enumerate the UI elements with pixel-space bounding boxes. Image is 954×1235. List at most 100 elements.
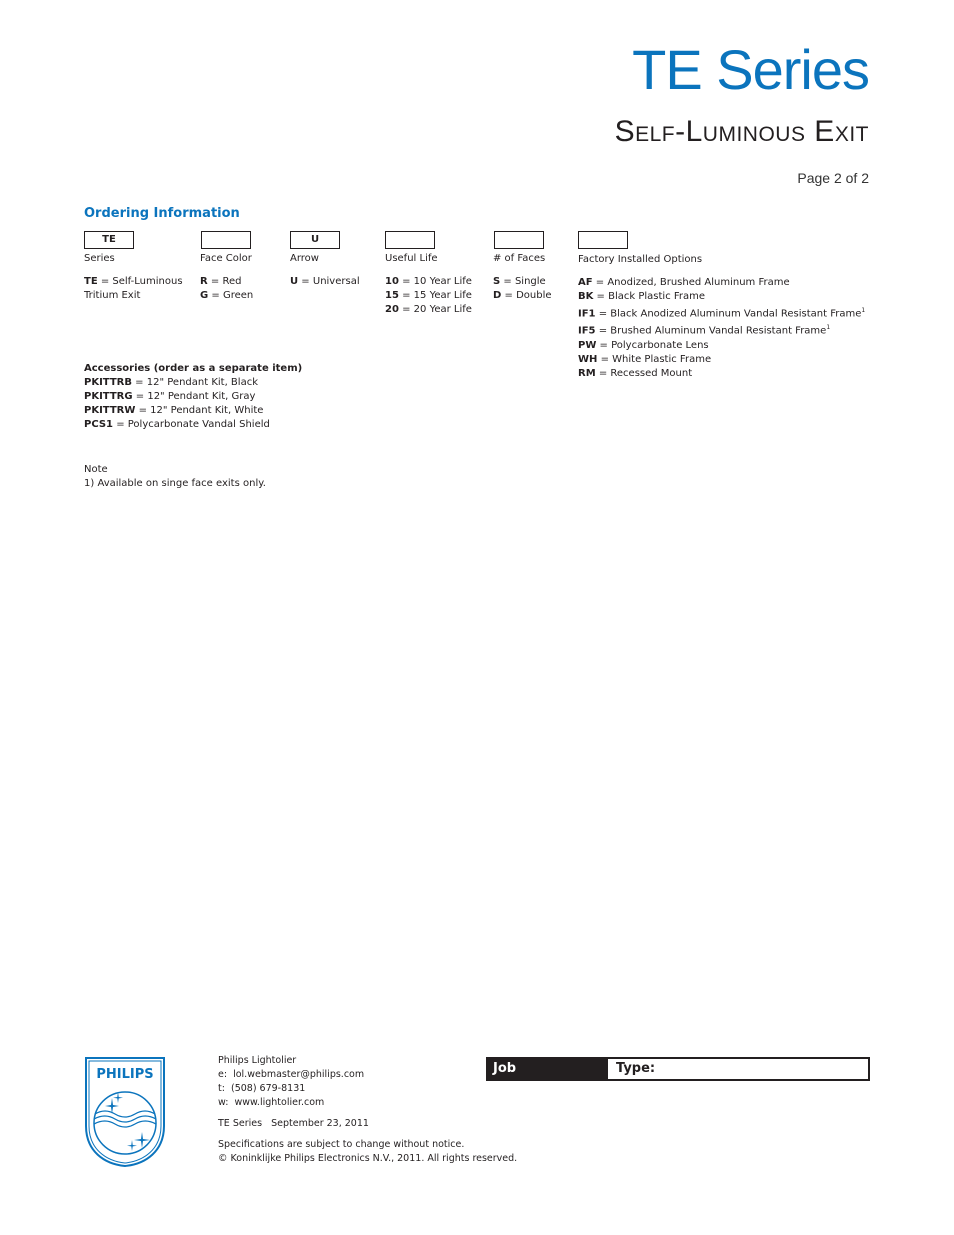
philips-shield-icon: PHILIPS xyxy=(85,1057,165,1168)
option-description: Recessed Mount xyxy=(610,367,693,379)
accessory-code: PCS1 xyxy=(84,419,114,430)
order-option: PW = Polycarbonate Lens xyxy=(578,339,709,351)
option-code: RM xyxy=(578,367,596,379)
type-label: Type: xyxy=(616,1061,656,1076)
option-description: 15 Year Life xyxy=(413,290,472,301)
order-option: D = Double xyxy=(493,290,552,301)
order-code-box[interactable]: TE xyxy=(84,231,134,249)
order-column: # of Faces S = Single D = Double xyxy=(493,231,552,303)
ordering-information-heading: Ordering Information xyxy=(84,206,240,221)
option-code: R xyxy=(200,276,208,287)
footnote-marker: 1 xyxy=(826,324,831,332)
order-column: Factory Installed Options AF = Anodized, … xyxy=(578,231,865,381)
order-option: R = Red xyxy=(200,276,242,287)
option-description: White Plastic Frame xyxy=(612,353,712,365)
order-column-label: Factory Installed Options xyxy=(578,254,703,265)
option-code: U xyxy=(290,276,299,287)
order-option: IF1 = Black Anodized Aluminum Vandal Res… xyxy=(578,307,866,320)
option-description: Black Plastic Frame xyxy=(608,291,706,302)
phone-number: (508) 679-8131 xyxy=(230,1083,306,1094)
order-column-label: Face Color xyxy=(200,253,252,264)
order-column: TE Series TE = Self-Luminous Tritium Exit xyxy=(84,231,183,303)
document-title: TE Series xyxy=(632,38,870,101)
option-description: Red xyxy=(222,276,242,287)
logo-text: PHILIPS xyxy=(96,1067,153,1082)
option-code: BK xyxy=(578,291,594,302)
option-code: AF xyxy=(578,277,593,288)
copyright: © Koninklijke Philips Electronics N.V., … xyxy=(218,1153,518,1164)
disclaimer: Specifications are subject to change wit… xyxy=(218,1139,465,1150)
note-section: Note 1) Available on singe face exits on… xyxy=(84,463,266,491)
option-code: D xyxy=(493,290,502,301)
order-option: U = Universal xyxy=(290,276,360,287)
note-heading: Note xyxy=(84,464,108,475)
order-option: 20 = 20 Year Life xyxy=(385,304,472,315)
order-option: WH = White Plastic Frame xyxy=(578,353,712,365)
order-option: RM = Recessed Mount xyxy=(578,367,693,379)
note-text: 1) Available on singe face exits only. xyxy=(84,478,266,489)
option-code: G xyxy=(200,290,209,301)
option-code: WH xyxy=(578,353,598,365)
philips-logo: PHILIPS xyxy=(84,1056,166,1168)
option-description: Self-Luminous xyxy=(112,276,183,287)
accessory-item: PKITTRB = 12" Pendant Kit, Black xyxy=(84,377,258,388)
option-description: Polycarbonate Lens xyxy=(611,339,709,351)
email-link[interactable]: lol.webmaster@philips.com xyxy=(233,1069,364,1080)
company-name: Philips Lightolier xyxy=(218,1055,297,1066)
accessory-code: PKITTRB xyxy=(84,377,132,388)
option-description: Single xyxy=(514,276,546,287)
document-subtitle: Self-Luminous Exit xyxy=(614,115,869,148)
option-code: 10 xyxy=(385,276,399,287)
option-description: 10 Year Life xyxy=(413,276,472,287)
accessory-code: PKITTRG xyxy=(84,391,133,402)
order-code-box[interactable]: U xyxy=(290,231,340,249)
web-link[interactable]: www.lightolier.com xyxy=(235,1097,325,1108)
order-column: Useful Life 10 = 10 Year Life 15 = 15 Year… xyxy=(385,231,472,317)
option-description: Brushed Aluminum Vandal Resistant Frame xyxy=(610,325,827,337)
footer-series: TE Series xyxy=(218,1118,263,1129)
order-option: AF = Anodized, Brushed Aluminum Frame xyxy=(578,277,790,288)
order-column: U Arrow U = Universal xyxy=(290,231,360,289)
option-description: Anodized, Brushed Aluminum Frame xyxy=(607,277,790,288)
option-description: Green xyxy=(222,290,254,301)
order-option: S = Single xyxy=(493,276,546,287)
option-code: IF5 xyxy=(578,325,596,337)
order-option: IF5 = Brushed Aluminum Vandal Resistant … xyxy=(578,324,831,337)
order-code-box[interactable] xyxy=(578,231,628,249)
order-option: 15 = 15 Year Life xyxy=(385,290,472,301)
order-option: Tritium Exit xyxy=(84,289,183,303)
contact-block: Philips Lightolier e: lol.webmaster@phil… xyxy=(218,1054,517,1166)
option-code: 15 xyxy=(385,290,399,301)
accessory-item: PKITTRG = 12" Pendant Kit, Gray xyxy=(84,391,256,402)
order-code-box[interactable] xyxy=(201,231,251,249)
option-description: Tritium Exit xyxy=(84,290,141,301)
email-label: e: xyxy=(218,1069,228,1080)
job-information-box: Job Information Type: xyxy=(486,1057,870,1096)
option-description: 20 Year Life xyxy=(413,304,472,315)
option-code: TE xyxy=(84,276,98,287)
order-column: Face Color R = Red G = Green xyxy=(200,231,253,303)
option-description: Black Anodized Aluminum Vandal Resistant… xyxy=(610,308,862,320)
option-code: S xyxy=(493,276,501,287)
accessory-item: PCS1 = Polycarbonate Vandal Shield xyxy=(84,419,270,430)
job-information-label: Job Information xyxy=(488,1059,608,1096)
order-option: G = Green xyxy=(200,290,254,301)
option-description: Double xyxy=(516,290,552,301)
order-option: TE = Self-Luminous xyxy=(84,276,183,287)
order-column-label: Arrow xyxy=(290,253,319,264)
accessory-code: PKITTRW xyxy=(84,405,136,416)
option-code: IF1 xyxy=(578,308,596,320)
type-field[interactable]: Type: xyxy=(608,1059,868,1079)
order-column-label: # of Faces xyxy=(493,253,546,264)
footnote-marker: 1 xyxy=(861,307,866,314)
phone-label: t: xyxy=(218,1083,225,1094)
order-option: BK = Black Plastic Frame xyxy=(578,291,706,302)
accessory-item: PKITTRW = 12" Pendant Kit, White xyxy=(84,405,264,416)
footer-date: September 23, 2011 xyxy=(271,1118,369,1129)
order-code-box[interactable] xyxy=(385,231,435,249)
order-option: 10 = 10 Year Life xyxy=(385,276,472,287)
option-description: Universal xyxy=(312,276,360,287)
order-code-box[interactable] xyxy=(494,231,544,249)
order-column-label: Series xyxy=(84,253,115,264)
web-label: w: xyxy=(218,1097,229,1108)
